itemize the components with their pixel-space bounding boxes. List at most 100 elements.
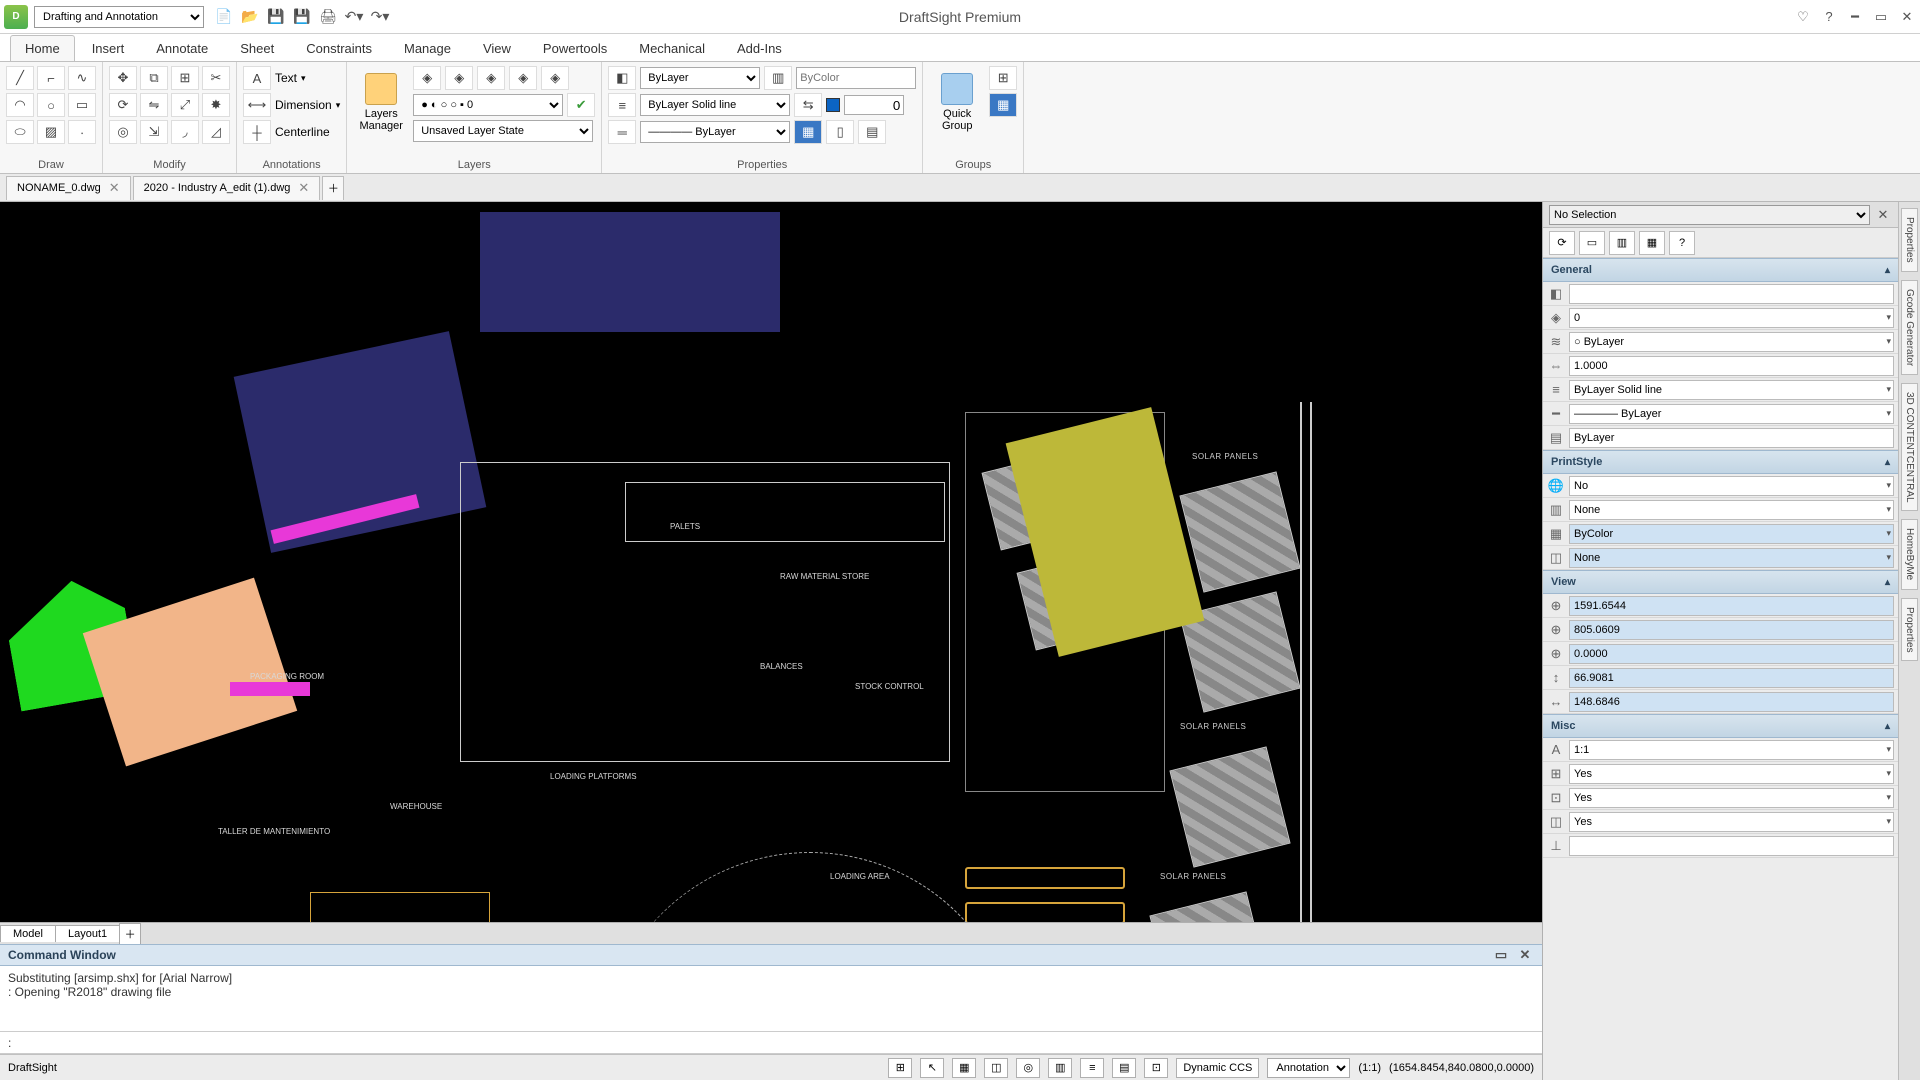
lineweight-select[interactable]: ———— ByLayer xyxy=(640,121,790,143)
tab-home[interactable]: Home xyxy=(10,35,75,61)
layer-tool4-icon[interactable]: ◈ xyxy=(509,66,537,90)
misc-a-field[interactable]: Yes▾ xyxy=(1569,764,1894,784)
sb-btn-2[interactable]: ↖ xyxy=(920,1058,944,1078)
workspace-select[interactable]: Drafting and Annotation xyxy=(34,6,204,28)
arc-icon[interactable]: ◠ xyxy=(6,93,34,117)
gen-lscale-field[interactable]: 1.0000 xyxy=(1569,356,1894,376)
rotate-icon[interactable]: ⟳ xyxy=(109,93,137,117)
prop-tool-1-icon[interactable]: ⟳ xyxy=(1549,231,1575,255)
bycolor-input[interactable] xyxy=(796,67,916,89)
prop-tool-2-icon[interactable]: ▭ xyxy=(1579,231,1605,255)
tab-mechanical[interactable]: Mechanical xyxy=(624,35,720,61)
scale-icon[interactable]: ⤢ xyxy=(171,93,199,117)
transparency-input[interactable] xyxy=(844,95,904,115)
redo-icon[interactable]: ↷▾ xyxy=(370,7,390,27)
rect-icon[interactable]: ▭ xyxy=(68,93,96,117)
tab-insert[interactable]: Insert xyxy=(77,35,140,61)
close-icon[interactable]: ✕ xyxy=(1898,8,1916,26)
minimize-icon[interactable]: ━ xyxy=(1846,8,1864,26)
misc-scale-field[interactable]: 1:1▾ xyxy=(1569,740,1894,760)
colorbar-icon[interactable]: ▥ xyxy=(764,66,792,90)
sheet-tab-layout1[interactable]: Layout1 xyxy=(55,925,120,942)
ps-name-field[interactable]: None▾ xyxy=(1569,500,1894,520)
saveas-icon[interactable]: 💾 xyxy=(292,7,312,27)
cmd-dock-icon[interactable]: ▭ xyxy=(1492,946,1510,964)
spline-icon[interactable]: ∿ xyxy=(68,66,96,90)
props-b2-icon[interactable]: ▯ xyxy=(826,120,854,144)
print-icon[interactable]: 🖨 xyxy=(318,7,338,27)
command-input-row[interactable]: : xyxy=(0,1032,1542,1054)
selection-select[interactable]: No Selection xyxy=(1549,205,1870,225)
quick-group-button[interactable]: Quick Group xyxy=(929,66,985,138)
doctab-1[interactable]: 2020 - Industry A_edit (1).dwg✕ xyxy=(133,176,321,200)
maximize-icon[interactable]: ▭ xyxy=(1872,8,1890,26)
section-general[interactable]: General▴ xyxy=(1543,258,1898,282)
color-icon[interactable]: ◧ xyxy=(608,66,636,90)
misc-d-field[interactable] xyxy=(1569,836,1894,856)
tab-powertools[interactable]: Powertools xyxy=(528,35,622,61)
layer-tool3-icon[interactable]: ◈ xyxy=(477,66,505,90)
match-icon[interactable]: ⇆ xyxy=(794,93,822,117)
view-cy-field[interactable]: 805.0609 xyxy=(1569,620,1894,640)
hatch-icon[interactable]: ▨ xyxy=(37,120,65,144)
cmd-close-icon[interactable]: ✕ xyxy=(1516,946,1534,964)
prop-tool-4-icon[interactable]: ▦ xyxy=(1639,231,1665,255)
props-b1-icon[interactable]: ▦ xyxy=(794,120,822,144)
view-cx-field[interactable]: 1591.6544 xyxy=(1569,596,1894,616)
drawing-canvas[interactable]: RAW MATERIAL STORE PALETS STOCK CONTROL … xyxy=(0,202,1542,922)
layer-tool2-icon[interactable]: ◈ xyxy=(445,66,473,90)
polyline-icon[interactable]: ⌐ xyxy=(37,66,65,90)
layer-tool1-icon[interactable]: ◈ xyxy=(413,66,441,90)
help-icon[interactable]: ? xyxy=(1820,8,1838,26)
props-b3-icon[interactable]: ▤ xyxy=(858,120,886,144)
section-view[interactable]: View▴ xyxy=(1543,570,1898,594)
section-printstyle[interactable]: PrintStyle▴ xyxy=(1543,450,1898,474)
prop-tool-help-icon[interactable]: ? xyxy=(1669,231,1695,255)
view-cz-field[interactable]: 0.0000 xyxy=(1569,644,1894,664)
gen-pstyle-field[interactable]: ByLayer xyxy=(1569,428,1894,448)
ps-table-field[interactable]: ByColor▾ xyxy=(1569,524,1894,544)
tab-sheet[interactable]: Sheet xyxy=(225,35,289,61)
tab-constraints[interactable]: Constraints xyxy=(291,35,387,61)
side-tab-properties-2[interactable]: Properties xyxy=(1901,598,1918,662)
sb-btn-8[interactable]: ▤ xyxy=(1112,1058,1136,1078)
explode-icon[interactable]: ✸ xyxy=(202,93,230,117)
layer-current-select[interactable]: ● ◐ ○ ○ ▪ 0 xyxy=(413,94,563,116)
prop-tool-3-icon[interactable]: ▥ xyxy=(1609,231,1635,255)
props-close-icon[interactable]: ✕ xyxy=(1874,206,1892,224)
layers-manager-button[interactable]: Layers Manager xyxy=(353,66,409,138)
linetype-select[interactable]: ByLayer Solid line xyxy=(640,94,790,116)
doctab-add[interactable]: ＋ xyxy=(322,176,344,200)
text-icon[interactable]: A xyxy=(243,66,271,90)
point-icon[interactable]: ∙ xyxy=(68,120,96,144)
tab-annotate[interactable]: Annotate xyxy=(141,35,223,61)
pattern-icon[interactable]: ⊞ xyxy=(171,66,199,90)
layer-tool5-icon[interactable]: ◈ xyxy=(541,66,569,90)
doctab-0-close-icon[interactable]: ✕ xyxy=(109,180,120,196)
line-icon[interactable]: ╱ xyxy=(6,66,34,90)
gen-lweight-field[interactable]: ———— ByLayer▾ xyxy=(1569,404,1894,424)
gen-layer-field[interactable]: 0▾ xyxy=(1569,308,1894,328)
sb-btn-3[interactable]: ▦ xyxy=(952,1058,976,1078)
gen-color-field[interactable] xyxy=(1569,284,1894,304)
sheet-tab-model[interactable]: Model xyxy=(0,925,56,942)
group-sel-icon[interactable]: ▦ xyxy=(989,93,1017,117)
sheet-tab-add[interactable]: ＋ xyxy=(119,923,141,944)
side-tab-3dcc[interactable]: 3D CONTENTCENTRAL xyxy=(1901,383,1918,512)
dimension-icon[interactable]: ⟷ xyxy=(243,93,271,117)
gen-ltype-field[interactable]: ○ ByLayer▾ xyxy=(1569,332,1894,352)
sb-btn-7[interactable]: ≡ xyxy=(1080,1058,1104,1078)
lineweight-icon[interactable]: ═ xyxy=(608,120,636,144)
new-icon[interactable]: 📄 xyxy=(214,7,234,27)
ps-attach-field[interactable]: None▾ xyxy=(1569,548,1894,568)
chamfer-icon[interactable]: ◿ xyxy=(202,120,230,144)
color-select[interactable]: ByLayer xyxy=(640,67,760,89)
misc-b-field[interactable]: Yes▾ xyxy=(1569,788,1894,808)
stretch-icon[interactable]: ⇲ xyxy=(140,120,168,144)
sb-btn-9[interactable]: ⊡ xyxy=(1144,1058,1168,1078)
tab-manage[interactable]: Manage xyxy=(389,35,466,61)
move-icon[interactable]: ✥ xyxy=(109,66,137,90)
group-edit-icon[interactable]: ⊞ xyxy=(989,66,1017,90)
tab-addins[interactable]: Add-Ins xyxy=(722,35,797,61)
undo-icon[interactable]: ↶▾ xyxy=(344,7,364,27)
